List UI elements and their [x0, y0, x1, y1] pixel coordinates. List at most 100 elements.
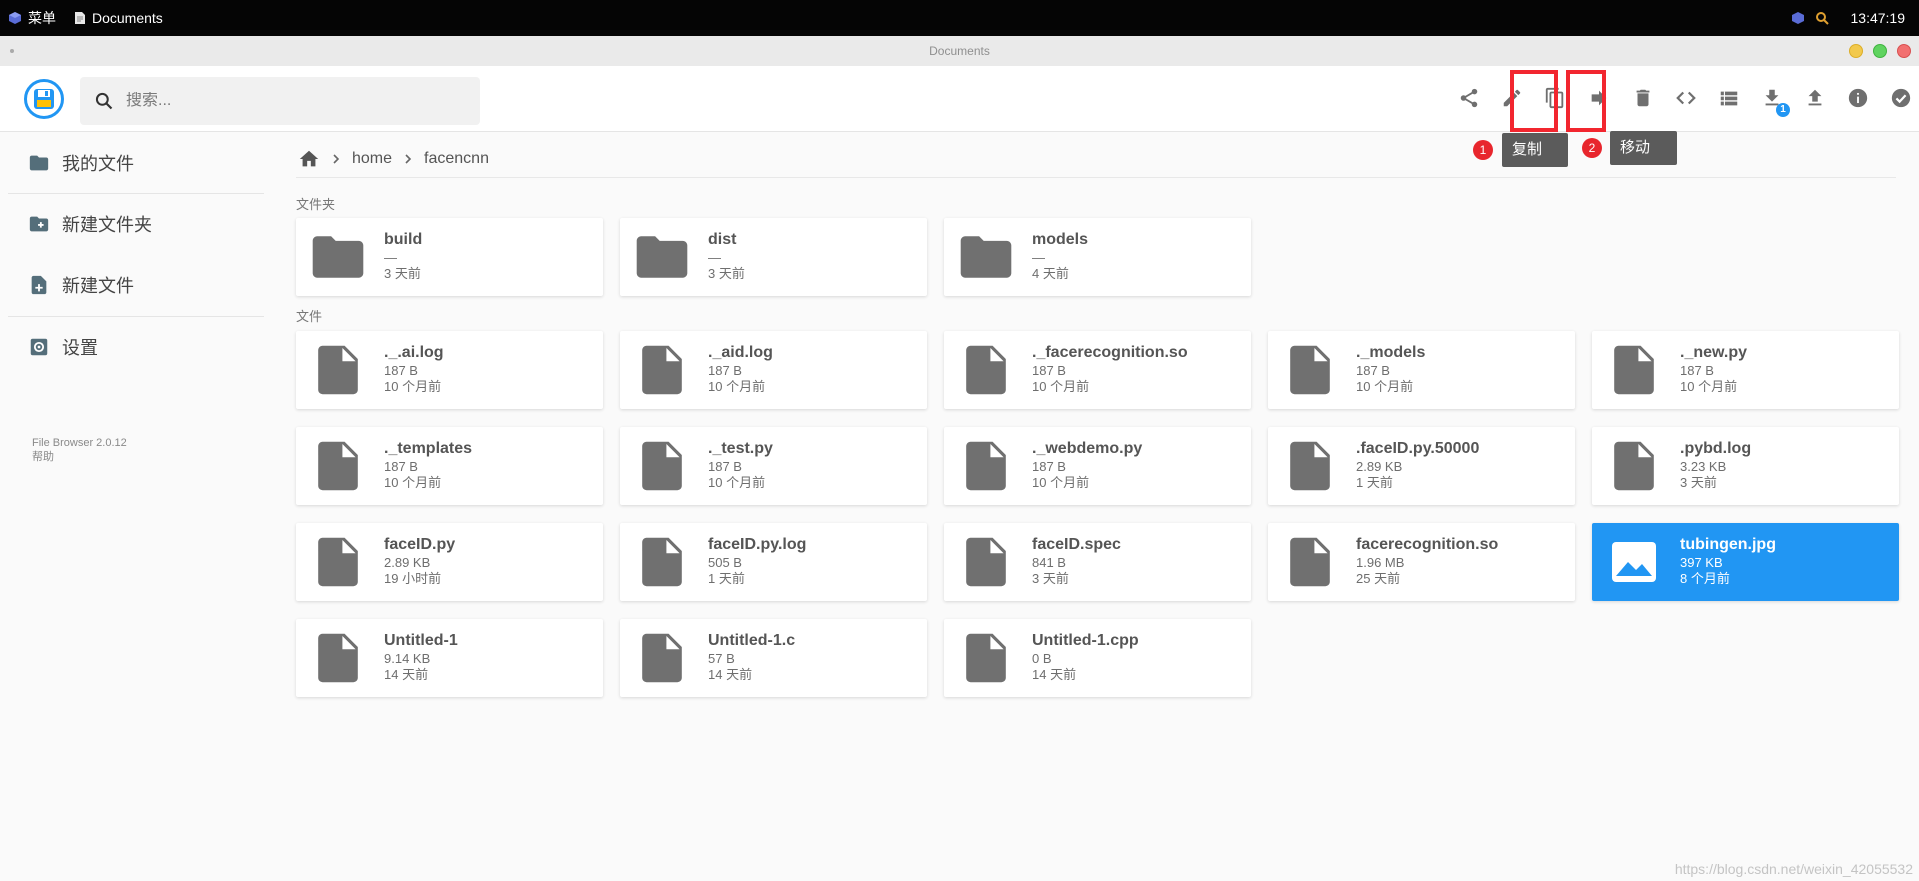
embed-button[interactable] — [1666, 78, 1706, 118]
file-item[interactable]: Untitled-1 9.14 KB 14 天前 — [296, 619, 603, 697]
file-icon — [310, 631, 366, 685]
menu-button[interactable]: 菜单 — [8, 0, 56, 36]
item-name: ._models — [1356, 344, 1426, 361]
item-modified: 19 小时前 — [384, 571, 442, 586]
file-item[interactable]: ._models 187 B 10 个月前 — [1268, 331, 1575, 409]
file-item[interactable]: ._test.py 187 B 10 个月前 — [620, 427, 927, 505]
breadcrumb-item[interactable]: facencnn — [424, 150, 489, 168]
sidebar-item-my-files[interactable]: 我的文件 — [8, 133, 264, 193]
minimize-button[interactable] — [1849, 44, 1863, 58]
new-file-icon — [31, 275, 47, 295]
chevron-right-icon — [405, 154, 412, 164]
search-tray-icon[interactable] — [1815, 11, 1829, 25]
file-icon — [1282, 439, 1338, 493]
folder-item[interactable]: build —3 天前 — [296, 218, 603, 296]
share-button[interactable] — [1449, 78, 1489, 118]
download-button[interactable]: 1 — [1752, 78, 1792, 118]
item-name: ._templates — [384, 440, 473, 457]
new-folder-icon — [29, 216, 49, 232]
file-item[interactable]: .faceID.py.50000 2.89 KB 1 天前 — [1268, 427, 1575, 505]
search-box[interactable] — [80, 77, 480, 125]
search-input[interactable] — [126, 92, 466, 110]
help-link[interactable]: 帮助 — [32, 450, 54, 464]
info-icon — [1848, 88, 1868, 108]
window-menu-dot[interactable] — [10, 49, 14, 53]
list-view-icon — [1720, 91, 1738, 106]
upload-icon — [1808, 89, 1822, 106]
file-item[interactable]: faceID.spec 841 B3 天前 — [944, 523, 1251, 601]
file-item[interactable]: faceID.py 2.89 KB 19 小时前 — [296, 523, 603, 601]
item-name: tubingen.jpg — [1680, 536, 1776, 553]
file-item[interactable]: .pybd.log 3.23 KB 3 天前 — [1592, 427, 1899, 505]
home-icon[interactable] — [298, 148, 320, 170]
file-icon — [1282, 535, 1338, 589]
file-item[interactable]: faceID.py.log 505 B1 天前 — [620, 523, 927, 601]
sidebar-item-new-file[interactable]: 新建文件 — [8, 255, 264, 315]
sidebar-item-settings[interactable]: 设置 — [8, 317, 264, 377]
file-item[interactable]: ._new.py 187 B 10 个月前 — [1592, 331, 1899, 409]
file-item[interactable]: Untitled-1.cpp 0 B 14 天前 — [944, 619, 1251, 697]
select-multiple-button[interactable] — [1881, 78, 1919, 118]
cube-icon — [9, 12, 21, 24]
file-item[interactable]: ._.ai.log 187 B 10 个月前 — [296, 331, 603, 409]
item-name: ._.ai.log — [384, 344, 444, 361]
switch-view-button[interactable] — [1709, 78, 1749, 118]
file-icon — [634, 631, 690, 685]
file-icon — [1282, 343, 1338, 397]
breadcrumb-item[interactable]: home — [352, 150, 392, 168]
item-size: 187 B — [708, 459, 742, 474]
cube-tray-icon[interactable] — [1791, 11, 1805, 25]
item-modified: 3 天前 — [384, 266, 421, 281]
file-item[interactable]: ._facerecognition.so 187 B 10 个月前 — [944, 331, 1251, 409]
file-item[interactable]: facerecognition.so 1.96 MB 25 天前 — [1268, 523, 1575, 601]
folder-item[interactable]: models —4 天前 — [944, 218, 1251, 296]
item-size: 2.89 KB — [384, 555, 431, 570]
item-modified: 10 个月前 — [1356, 379, 1414, 394]
item-size: 187 B — [1680, 363, 1714, 378]
upload-button[interactable] — [1795, 78, 1835, 118]
folder-item[interactable]: dist —3 天前 — [620, 218, 927, 296]
item-size: 187 B — [384, 459, 418, 474]
item-modified: 10 个月前 — [708, 475, 766, 490]
item-name: Untitled-1.c — [708, 632, 796, 649]
item-name: faceID.spec — [1032, 536, 1121, 553]
file-item[interactable]: ._templates 187 B 10 个月前 — [296, 427, 603, 505]
item-modified: 10 个月前 — [384, 475, 442, 490]
taskbar-window-documents[interactable]: Documents — [74, 0, 163, 36]
system-taskbar: 菜单 Documents 13:47:19 — [0, 0, 1919, 36]
folder-icon — [634, 230, 690, 284]
filebrowser-logo[interactable] — [24, 79, 64, 119]
move-tooltip: 移动 — [1610, 131, 1677, 165]
info-button[interactable] — [1838, 78, 1878, 118]
item-size: 2.89 KB — [1356, 459, 1403, 474]
image-icon — [1606, 535, 1662, 589]
item-name: .faceID.py.50000 — [1356, 440, 1480, 457]
file-item[interactable]: ._webdemo.py 187 B 10 个月前 — [944, 427, 1251, 505]
item-name: Untitled-1 — [384, 632, 458, 649]
sidebar-item-label: 我的文件 — [62, 154, 134, 174]
item-modified: 4 天前 — [1032, 266, 1069, 281]
item-modified: 10 个月前 — [1680, 379, 1738, 394]
window-titlebar[interactable]: Documents — [0, 36, 1919, 66]
item-size: 187 B — [1032, 459, 1066, 474]
close-button[interactable] — [1897, 44, 1911, 58]
file-item[interactable]: tubingen.jpg 397 KB 8 个月前 — [1592, 523, 1899, 601]
sidebar-item-new-folder[interactable]: 新建文件夹 — [8, 194, 264, 254]
item-modified: 10 个月前 — [1032, 475, 1090, 490]
sidebar-item-label: 新建文件 — [62, 276, 134, 296]
file-icon — [958, 535, 1014, 589]
item-name: ._aid.log — [708, 344, 773, 361]
file-item[interactable]: ._aid.log 187 B 10 个月前 — [620, 331, 927, 409]
delete-button[interactable] — [1623, 78, 1663, 118]
item-size: 505 B — [708, 555, 742, 570]
file-icon — [958, 343, 1014, 397]
search-icon — [95, 92, 113, 110]
floppy-disk-icon — [34, 89, 54, 109]
item-name: facerecognition.so — [1356, 536, 1499, 553]
maximize-button[interactable] — [1873, 44, 1887, 58]
step-2-marker: 2 — [1582, 138, 1602, 158]
item-size: 3.23 KB — [1680, 459, 1727, 474]
file-item[interactable]: Untitled-1.c 57 B 14 天前 — [620, 619, 927, 697]
file-icon — [310, 343, 366, 397]
version-text: File Browser 2.0.12 — [32, 437, 127, 449]
